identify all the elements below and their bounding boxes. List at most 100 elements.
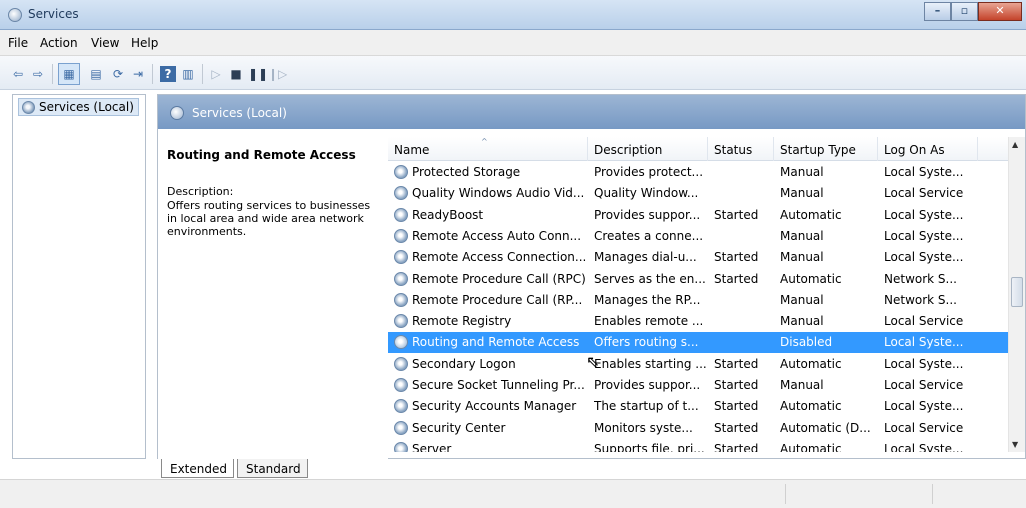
cell-logon: Network S... (884, 271, 957, 286)
window-controls: – ▫ ✕ (924, 2, 1022, 24)
cell-logon: Local Syste... (884, 399, 964, 414)
column-header-startup-type[interactable]: Startup Type (774, 137, 878, 161)
table-row[interactable]: Remote Access Connection... Manages dial-… (388, 247, 1008, 268)
resume-service-icon[interactable]: ❙▷ (268, 66, 287, 82)
services-gear-icon (22, 101, 35, 114)
stop-service-icon[interactable]: ■ (228, 66, 244, 82)
menu-bar: File Action View Help (0, 30, 1026, 56)
detail-description: Offers routing services to businesses in… (167, 199, 371, 238)
minimize-button[interactable]: – (924, 2, 951, 21)
panel-header-title: Services (Local) (192, 106, 287, 120)
table-row[interactable]: Routing and Remote Access Offers routing … (388, 332, 1008, 354)
cell-startup: Disabled (780, 335, 833, 350)
table-row[interactable]: Secondary Logon Enables starting ... Start… (388, 354, 1008, 375)
services-panel: Services (Local) Routing and Remote Acce… (157, 94, 1026, 459)
export-list-icon[interactable]: ⇥ (130, 66, 146, 82)
column-name-label: Name (394, 143, 430, 157)
column-header-description[interactable]: Description (588, 137, 708, 161)
cell-description: Provides protect... (594, 165, 704, 179)
cell-description: Creates a conne... (594, 228, 704, 243)
cell-description: Monitors syste... (594, 420, 693, 435)
maximize-icon: ▫ (960, 4, 969, 17)
cell-status: Started (714, 250, 759, 265)
cell-logon: Local Service (884, 378, 964, 392)
table-row[interactable]: Remote Procedure Call (RPC) Serves as the… (388, 269, 1008, 290)
toolbar-separator (152, 64, 153, 84)
column-header-status[interactable]: Status (708, 137, 774, 161)
menu-file[interactable]: File (8, 36, 28, 50)
maximize-button[interactable]: ▫ (951, 2, 978, 21)
properties-icon[interactable]: ▤ (88, 66, 104, 82)
view-tabs: Extended Standard (157, 459, 1026, 479)
table-row[interactable]: Quality Windows Audio Vid... Quality Wind… (388, 183, 1008, 204)
menu-help[interactable]: Help (131, 36, 158, 50)
cell-description: Offers routing s... (594, 335, 699, 350)
cell-logon: Local Syste... (884, 207, 964, 222)
cell-name: Quality Windows Audio Vid... (412, 186, 585, 201)
cell-startup: Manual (780, 228, 824, 243)
service-gear-icon (394, 250, 408, 265)
column-header-log-on-as[interactable]: Log On As (878, 137, 978, 161)
table-row[interactable]: Protected Storage Provides protect... Manu… (388, 162, 1008, 183)
table-row[interactable]: Secure Socket Tunneling Pr... Provides su… (388, 375, 1008, 396)
table-row[interactable]: Remote Procedure Call (RP... Manages the … (388, 290, 1008, 311)
table-row[interactable]: Server Supports file, pri... Started Automa… (388, 439, 1008, 452)
panel-header: Services (Local) (158, 95, 1025, 129)
refresh-icon[interactable]: ⟳ (110, 66, 126, 82)
service-gear-icon (394, 292, 408, 307)
tree-item-services-local[interactable]: Services (Local) (18, 98, 139, 116)
forward-arrow-icon[interactable]: ⇨ (30, 66, 46, 82)
cell-name: ReadyBoost (412, 207, 484, 222)
cell-description: Provides suppor... (594, 207, 701, 222)
vertical-scrollbar[interactable]: ▲ ▼ (1008, 137, 1025, 452)
cell-logon: Local Syste... (884, 441, 964, 452)
table-row[interactable]: ReadyBoost Provides suppor... Started Autom… (388, 205, 1008, 226)
table-row[interactable]: Security Center Monitors syste... Started A… (388, 418, 1008, 439)
menu-view[interactable]: View (91, 36, 119, 50)
cell-logon: Local Syste... (884, 165, 964, 179)
service-detail-pane: Routing and Remote Access Description: O… (158, 129, 388, 459)
pause-service-icon[interactable]: ❚❚ (248, 66, 268, 82)
table-row[interactable]: Remote Access Auto Conn... Creates a conn… (388, 226, 1008, 247)
cell-logon: Local Service (884, 314, 964, 329)
close-button[interactable]: ✕ (978, 2, 1022, 21)
tab-standard[interactable]: Standard (237, 459, 308, 478)
service-gear-icon (394, 314, 408, 329)
column-header-name[interactable]: Name ^ (388, 137, 588, 161)
cell-logon: Network S... (884, 292, 957, 307)
cell-startup: Manual (780, 165, 824, 179)
detail-service-name: Routing and Remote Access (167, 148, 356, 162)
table-row[interactable]: Security Accounts Manager The startup of … (388, 396, 1008, 417)
service-gear-icon (394, 420, 408, 435)
cell-name: Server (412, 441, 452, 452)
show-hide-action-pane-icon[interactable]: ▥ (180, 66, 196, 82)
tree-item-label: Services (Local) (39, 100, 134, 114)
back-arrow-icon[interactable]: ⇦ (10, 66, 26, 82)
cell-startup: Manual (780, 292, 824, 307)
services-list: Name ^ Description Status Startup Type L… (388, 137, 1025, 452)
cell-name: Remote Procedure Call (RP... (412, 292, 583, 307)
table-row[interactable]: Remote Registry Enables remote ... Manual L… (388, 311, 1008, 332)
cell-status: Started (714, 420, 759, 435)
scroll-down-arrow-icon[interactable]: ▼ (1012, 440, 1018, 449)
start-service-icon[interactable]: ▷ (208, 66, 224, 82)
cell-logon: Local Syste... (884, 228, 964, 243)
service-gear-icon (394, 335, 408, 350)
cell-startup: Manual (780, 378, 824, 392)
menu-action[interactable]: Action (40, 36, 78, 50)
scroll-up-arrow-icon[interactable]: ▲ (1012, 140, 1018, 149)
cell-name: Security Accounts Manager (412, 399, 577, 414)
cell-startup: Automatic (780, 441, 842, 452)
cell-name: Remote Registry (412, 314, 512, 329)
cell-startup: Automatic (780, 356, 842, 371)
tab-extended[interactable]: Extended (161, 459, 234, 478)
cell-status: Started (714, 271, 759, 286)
cell-description: Enables starting ... (594, 356, 706, 371)
services-app-icon (8, 8, 22, 22)
service-gear-icon (394, 271, 408, 286)
scrollbar-thumb[interactable] (1011, 277, 1023, 307)
help-icon[interactable]: ? (160, 66, 176, 82)
service-gear-icon (394, 207, 408, 222)
show-hide-console-tree-icon[interactable]: ▦ (58, 63, 80, 85)
cell-logon: Local Syste... (884, 250, 964, 265)
